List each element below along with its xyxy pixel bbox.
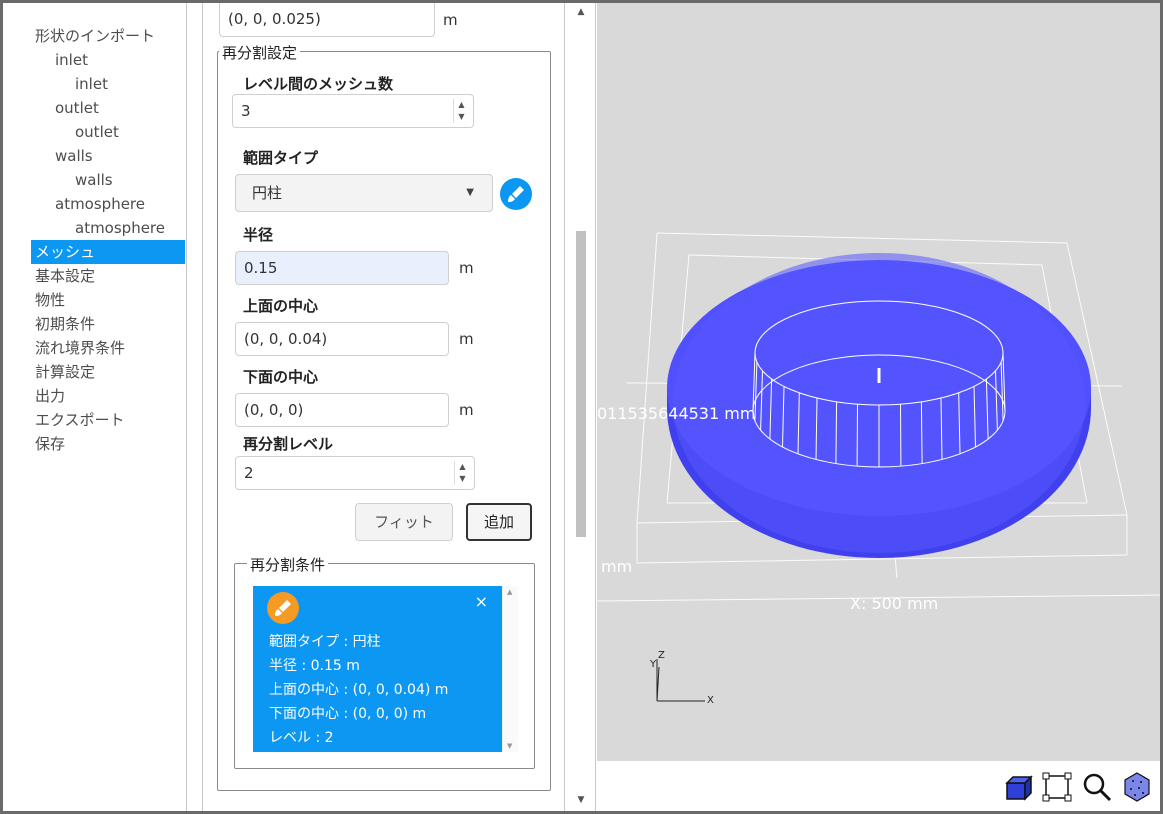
mesh-display-icon[interactable] (1121, 771, 1153, 803)
refinement-settings-legend: 再分割設定 (219, 42, 301, 63)
condition-line-level: レベル : 2 (269, 730, 334, 746)
conditions-scrollbar[interactable]: ▲ ▼ (502, 586, 518, 752)
tree-item[interactable]: walls (31, 144, 185, 168)
tree-item[interactable]: outlet (31, 120, 185, 144)
mesh-between-levels-stepper[interactable]: ▲ ▼ (453, 99, 469, 123)
scene-canvas: 011535644531 mm mm X: 500 mm X Y Z (597, 232, 1160, 706)
range-type-value: 円柱 (252, 184, 283, 202)
refine-brush-button[interactable] (500, 178, 532, 210)
top-center-unit: m (459, 330, 474, 348)
axis-triad-icon (656, 659, 705, 702)
mesh-between-levels-label: レベル間のメッシュ数 (243, 75, 394, 93)
settings-panel: (0, 0, 0.025) m 再分割設定 レベル間のメッシュ数 3 ▲ ▼ 範囲… (203, 3, 565, 811)
left-dimension-label: mm (601, 557, 632, 576)
tree-item[interactable]: 形状のインポート (31, 24, 185, 48)
condition-line-range-type: 範囲タイプ : 円柱 (269, 634, 381, 650)
range-type-select[interactable]: 円柱 ▼ (235, 174, 493, 212)
viewport-toolbar (597, 761, 1160, 811)
tree-item[interactable]: メッシュ (31, 240, 185, 264)
previous-center-unit: m (443, 11, 458, 29)
tree-gutter (187, 3, 203, 811)
tree-item[interactable]: atmosphere (31, 192, 185, 216)
tree-item[interactable]: 基本設定 (31, 264, 185, 288)
navigation-tree: 形状のインポート inlet inlet outlet outlet walls walls… (3, 3, 187, 811)
tree-item[interactable]: walls (31, 168, 185, 192)
bottom-center-label: 下面の中心 (243, 368, 319, 386)
tree-item[interactable]: inlet (31, 48, 185, 72)
refine-level-value: 2 (244, 464, 254, 482)
cube-view-icon[interactable] (1001, 771, 1033, 803)
tree-item[interactable]: inlet (31, 72, 185, 96)
tree-item[interactable]: atmosphere (31, 216, 185, 240)
chevron-down-icon: ▼ (466, 187, 474, 198)
y-dimension-label: 011535644531 mm (597, 404, 755, 423)
range-type-label: 範囲タイプ (243, 149, 319, 167)
previous-center-input[interactable]: (0, 0, 0.025) (219, 3, 435, 37)
settings-scrollbar[interactable]: ▲ ▼ (566, 3, 596, 811)
tree-item[interactable]: 初期条件 (31, 312, 185, 336)
fit-frame-icon[interactable] (1041, 771, 1073, 803)
tree-item[interactable]: 計算設定 (31, 360, 185, 384)
tree-item[interactable]: outlet (31, 96, 185, 120)
condition-line-radius: 半径 : 0.15 m (269, 658, 360, 674)
tree-item[interactable]: 流れ境界条件 (31, 336, 185, 360)
refine-level-input[interactable]: 2 ▲ ▼ (235, 456, 475, 490)
close-icon[interactable]: × (475, 592, 488, 611)
brush-icon (508, 186, 524, 202)
condition-card[interactable]: × 範囲タイプ : 円柱 半径 : 0.15 m 上面の中心 : (0, 0, … (253, 586, 502, 752)
brush-icon (275, 600, 291, 616)
condition-brush-badge (267, 592, 299, 624)
3d-viewport[interactable]: 011535644531 mm mm X: 500 mm X Y Z (597, 3, 1160, 761)
radius-input[interactable]: 0.15 (235, 251, 449, 285)
add-button[interactable]: 追加 (466, 503, 532, 541)
scroll-up-arrow-icon[interactable]: ▲ (566, 7, 596, 17)
refine-level-label: 再分割レベル (243, 435, 334, 453)
radius-unit: m (459, 259, 474, 277)
tree-item[interactable]: 出力 (31, 384, 185, 408)
scroll-down-arrow-icon[interactable]: ▼ (566, 795, 596, 805)
refinement-conditions-legend: 再分割条件 (247, 554, 329, 575)
cylinder-wire-line (835, 401, 838, 464)
scrollbar-thumb[interactable] (576, 231, 586, 537)
x-dimension-label: X: 500 mm (850, 594, 938, 613)
bottom-center-unit: m (459, 401, 474, 419)
condition-line-top-center: 上面の中心 : (0, 0, 0.04) m (269, 682, 449, 698)
condition-line-bottom-center: 下面の中心 : (0, 0, 0) m (269, 706, 427, 722)
tree-item[interactable]: 保存 (31, 432, 185, 456)
axis-x-label: X (707, 695, 714, 706)
cylinder-wire-line (920, 401, 923, 464)
zoom-icon[interactable] (1081, 771, 1113, 803)
fit-button[interactable]: フィット (355, 503, 453, 541)
refine-level-stepper[interactable]: ▲ ▼ (454, 461, 470, 485)
axis-y-label: Y (649, 659, 657, 670)
mesh-between-levels-value: 3 (241, 102, 251, 120)
axis-z-label: Z (658, 650, 665, 661)
app-window: 形状のインポート inlet inlet outlet outlet walls walls… (0, 0, 1163, 814)
tree-item[interactable]: 物性 (31, 288, 185, 312)
radius-label: 半径 (243, 226, 274, 244)
bottom-center-input[interactable]: (0, 0, 0) (235, 393, 449, 427)
top-center-label: 上面の中心 (243, 297, 319, 315)
top-center-input[interactable]: (0, 0, 0.04) (235, 322, 449, 356)
mesh-between-levels-input[interactable]: 3 ▲ ▼ (232, 94, 474, 128)
tree-item[interactable]: エクスポート (31, 408, 185, 432)
